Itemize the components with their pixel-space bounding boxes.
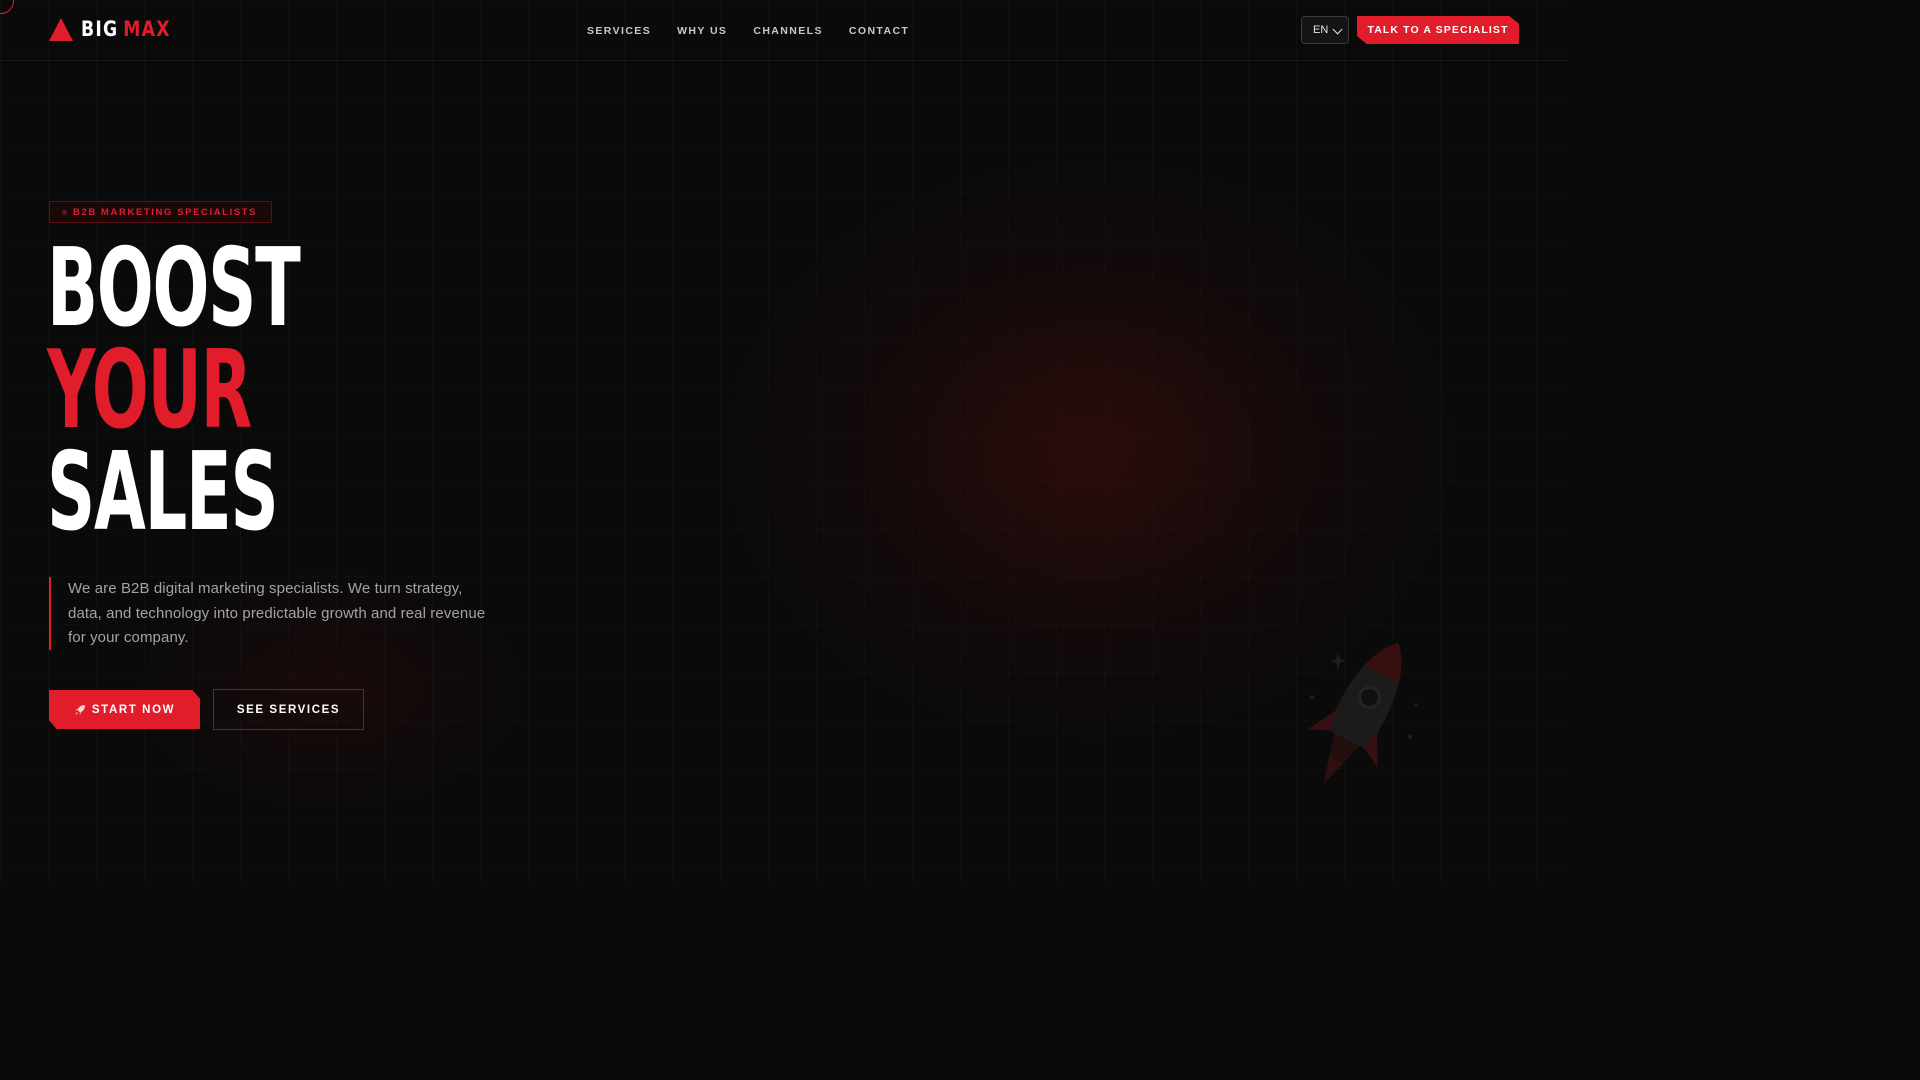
site-header: BIG MAX SERVICES WHY US CHANNELS CONTACT … xyxy=(0,0,1568,61)
nav-services[interactable]: SERVICES xyxy=(587,25,651,37)
logo-word-big: BIG xyxy=(81,17,119,41)
hero-badge: B2B MARKETING SPECIALISTS xyxy=(49,201,273,223)
start-now-button[interactable]: START NOW xyxy=(49,690,200,729)
badge-dot-icon xyxy=(62,209,67,215)
headline-line-2: YOUR xyxy=(47,328,252,453)
nav-why-us[interactable]: WHY US xyxy=(677,25,727,37)
nav-channels[interactable]: CHANNELS xyxy=(753,25,823,37)
headline-line-1: BOOST xyxy=(47,226,301,351)
headline-line-3: SALES xyxy=(47,430,279,555)
badge-label: B2B MARKETING SPECIALISTS xyxy=(73,206,258,218)
chevron-down-icon xyxy=(1332,24,1343,35)
language-value: EN xyxy=(1313,24,1329,36)
talk-to-specialist-button[interactable]: TALK TO A SPECIALIST xyxy=(1357,16,1519,44)
nav-contact[interactable]: CONTACT xyxy=(849,25,909,37)
hero-headline: BOOST YOUR SALES xyxy=(47,226,454,555)
start-now-label: START NOW xyxy=(91,703,176,716)
see-services-button[interactable]: SEE SERVICES xyxy=(213,689,364,730)
language-select[interactable]: EN xyxy=(1301,16,1349,44)
logo-triangle-icon xyxy=(49,17,73,41)
brand-logo[interactable]: BIG MAX xyxy=(49,17,190,41)
logo-word-max: MAX xyxy=(123,17,171,41)
logo-wordmark: BIG MAX xyxy=(81,17,171,41)
main-nav: SERVICES WHY US CHANNELS CONTACT xyxy=(587,25,909,37)
rocket-illustration-icon xyxy=(1306,642,1418,784)
rocket-icon xyxy=(74,704,85,715)
hero-description: We are B2B digital marketing specialists… xyxy=(49,577,489,650)
